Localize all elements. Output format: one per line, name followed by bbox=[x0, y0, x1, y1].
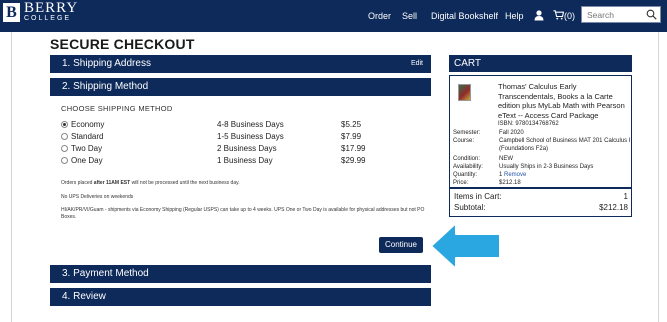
shipping-option-name: Economy bbox=[71, 120, 105, 129]
search-box bbox=[581, 6, 661, 23]
logo-subtitle: COLLEGE bbox=[24, 15, 72, 22]
section-review[interactable]: 4. Review bbox=[50, 288, 431, 306]
shipping-option-name: One Day bbox=[71, 156, 103, 165]
shipping-option-price: $17.99 bbox=[341, 144, 366, 153]
shipping-option-price: $7.99 bbox=[341, 132, 362, 141]
meta-key: Availability: bbox=[453, 164, 483, 170]
cart-heading: CART bbox=[449, 55, 632, 72]
radio-button-selected[interactable] bbox=[61, 121, 68, 128]
shipping-option-days: 1-5 Business Days bbox=[217, 132, 284, 141]
shipping-option-standard[interactable]: Standard 1-5 Business Days $7.99 bbox=[61, 131, 381, 143]
section-label: 2. Shipping Method bbox=[62, 81, 149, 92]
note-processing-cutoff: Orders placed after 11AM EST will not be… bbox=[61, 180, 426, 187]
shipping-option-days: 2 Business Days bbox=[217, 144, 277, 153]
cart-icon[interactable] bbox=[553, 10, 564, 20]
meta-key: Semester: bbox=[453, 130, 481, 136]
shipping-option-economy[interactable]: Economy 4-8 Business Days $5.25 bbox=[61, 119, 381, 131]
shipping-option-two-day[interactable]: Two Day 2 Business Days $17.99 bbox=[61, 143, 381, 155]
cart-item-isbn: ISBN: 9780134768762 bbox=[498, 121, 559, 127]
section-label: 1. Shipping Address bbox=[62, 58, 151, 69]
logo-mark[interactable]: B bbox=[3, 3, 20, 22]
cart-item-title[interactable]: Thomas' Calculus Early Transcendentals, … bbox=[498, 82, 630, 120]
remove-item-link[interactable]: Remove bbox=[504, 172, 526, 178]
cart-count[interactable]: (0) bbox=[564, 10, 575, 22]
shipping-option-name: Standard bbox=[71, 132, 104, 141]
user-icon[interactable] bbox=[534, 10, 544, 21]
shipping-option-name: Two Day bbox=[71, 144, 103, 153]
subtotal-row: Subtotal: $212.18 bbox=[454, 203, 628, 213]
note-no-weekend-delivery: No UPS Deliveries on weekends bbox=[61, 194, 134, 200]
shipping-option-price: $29.99 bbox=[341, 156, 366, 165]
search-icon[interactable] bbox=[646, 9, 657, 20]
book-cover-image[interactable] bbox=[458, 84, 471, 101]
items-in-cart-row: Items in Cart: 1 bbox=[454, 192, 628, 202]
page-title: SECURE CHECKOUT bbox=[50, 36, 195, 52]
meta-value: Usually Ships in 2-3 Business Days bbox=[499, 164, 594, 170]
radio-button[interactable] bbox=[61, 145, 68, 152]
note-text: will not be processed until the next bus… bbox=[130, 180, 240, 186]
top-navigation-bar: B BERRY COLLEGE Order Sell Digital Books… bbox=[0, 0, 667, 32]
radio-button[interactable] bbox=[61, 133, 68, 140]
section-shipping-address[interactable]: 1. Shipping Address Edit bbox=[50, 55, 431, 73]
edit-shipping-address-link[interactable]: Edit bbox=[411, 55, 423, 73]
shipping-option-days: 4-8 Business Days bbox=[217, 120, 284, 129]
note-emphasis: after 11AM EST bbox=[93, 180, 131, 186]
items-in-cart-label: Items in Cart: bbox=[454, 192, 502, 201]
meta-key: Course: bbox=[453, 138, 475, 144]
search-input[interactable] bbox=[582, 7, 646, 22]
note-text: Orders placed bbox=[61, 180, 94, 186]
meta-value: 1 Remove bbox=[499, 171, 631, 179]
cart-summary: Items in Cart: 1 Subtotal: $212.18 bbox=[449, 189, 632, 217]
section-payment-method[interactable]: 3. Payment Method bbox=[50, 265, 431, 283]
nav-order-link[interactable]: Order bbox=[368, 10, 391, 22]
pointing-arrow-icon bbox=[430, 222, 501, 270]
quantity-value: 1 bbox=[499, 172, 503, 178]
note-remote-shipping: HI/AK/PR/VI/Guam - shipments via Economy… bbox=[61, 207, 425, 220]
nav-digital-bookshelf-link[interactable]: Digital Bookshelf bbox=[431, 10, 498, 22]
subtotal-value: $212.18 bbox=[599, 203, 628, 212]
continue-button[interactable]: Continue bbox=[379, 237, 423, 253]
nav-help-link[interactable]: Help bbox=[505, 10, 524, 22]
meta-key: Price: bbox=[453, 180, 469, 186]
meta-key: Condition: bbox=[453, 156, 481, 162]
meta-value: $212.18 bbox=[499, 180, 521, 186]
meta-key: Quantity: bbox=[453, 172, 478, 178]
shipping-option-price: $5.25 bbox=[341, 120, 362, 129]
section-shipping-method[interactable]: 2. Shipping Method bbox=[50, 78, 431, 96]
meta-value: NEW bbox=[499, 156, 513, 162]
section-label: 3. Payment Method bbox=[62, 268, 149, 279]
logo-name[interactable]: BERRY bbox=[24, 1, 78, 16]
section-label: 4. Review bbox=[62, 291, 106, 302]
meta-value: Fall 2020 bbox=[499, 130, 524, 136]
radio-button[interactable] bbox=[61, 157, 68, 164]
nav-sell-link[interactable]: Sell bbox=[402, 10, 417, 22]
cart-item-card: Thomas' Calculus Early Transcendentals, … bbox=[449, 75, 632, 188]
subtotal-label: Subtotal: bbox=[454, 203, 486, 212]
shipping-option-days: 1 Business Day bbox=[217, 156, 273, 165]
items-in-cart-count: 1 bbox=[623, 192, 628, 201]
meta-value: Campbell School of Business MAT 201 Calc… bbox=[499, 138, 631, 152]
choose-shipping-method-heading: CHOOSE SHIPPING METHOD bbox=[61, 104, 173, 113]
shipping-option-one-day[interactable]: One Day 1 Business Day $29.99 bbox=[61, 155, 381, 167]
